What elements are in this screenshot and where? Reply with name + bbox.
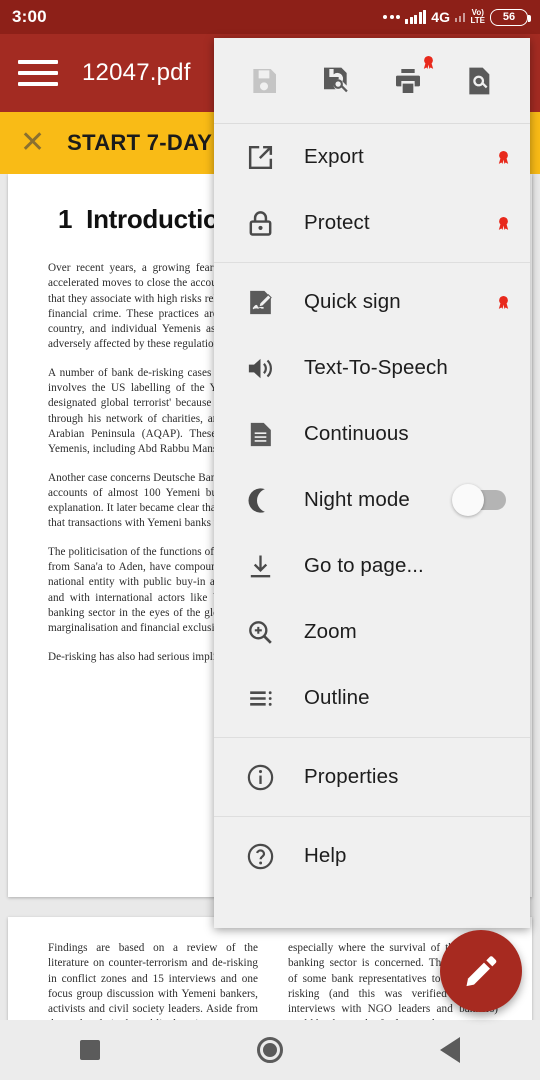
menu-item-night-mode[interactable]: Night mode	[214, 467, 530, 533]
paragraph-column-left: Findings are based on a review of the li…	[48, 942, 258, 1020]
menu-item-label: Go to page...	[304, 554, 424, 577]
page-title: 12047.pdf	[82, 59, 191, 86]
section-title: Introduction	[86, 204, 235, 234]
status-bar: 3:00 4G Vo) LTE 56	[0, 0, 540, 34]
volte-icon: Vo) LTE	[470, 8, 485, 26]
moon-icon	[238, 485, 282, 516]
menu-item-label: Quick sign	[304, 290, 401, 313]
menu-item-zoom[interactable]: Zoom	[214, 599, 530, 665]
menu-item-export[interactable]: Export	[214, 124, 530, 190]
menu-item-outline[interactable]: Outline	[214, 665, 530, 731]
menu-item-help[interactable]: Help	[214, 823, 530, 889]
premium-badge-icon	[498, 295, 509, 309]
menu-item-label: Protect	[304, 211, 370, 234]
menu-item-label: Zoom	[304, 620, 357, 643]
menu-item-label: Continuous	[304, 422, 409, 445]
status-indicators: 4G Vo) LTE 56	[383, 8, 531, 26]
no-badge	[495, 769, 512, 786]
menu-item-label: Properties	[304, 765, 399, 788]
no-badge	[495, 624, 512, 641]
find-in-document-icon	[469, 67, 490, 94]
menu-separator	[214, 816, 530, 817]
signal-bars-secondary-icon	[454, 12, 466, 22]
save-icon	[253, 68, 276, 93]
find-button[interactable]	[458, 59, 502, 103]
info-icon	[238, 762, 282, 793]
recents-button[interactable]	[60, 1020, 120, 1080]
premium-badge-icon	[423, 55, 434, 69]
menu-item-go-to-page[interactable]: Go to page...	[214, 533, 530, 599]
overflow-menu[interactable]: Export Protect Quick sign Text-To-Speech…	[214, 38, 530, 928]
edit-fab-button[interactable]	[440, 930, 522, 1012]
signal-bars-icon	[405, 10, 427, 24]
save-button[interactable]	[242, 59, 286, 103]
save-as-button[interactable]	[314, 59, 358, 103]
back-button[interactable]	[420, 1020, 480, 1080]
promo-banner-label: START 7-DAY F	[67, 130, 232, 155]
menu-item-protect[interactable]: Protect	[214, 190, 530, 256]
battery-indicator: 56	[490, 8, 531, 26]
quick-sign-icon	[238, 287, 282, 318]
close-icon[interactable]: ✕	[20, 128, 45, 158]
menu-item-label: Night mode	[304, 488, 410, 511]
speaker-icon	[238, 353, 282, 384]
document-icon	[238, 419, 282, 450]
menu-item-label: Text-To-Speech	[304, 356, 448, 379]
back-triangle-icon	[440, 1037, 460, 1063]
go-to-page-icon	[238, 551, 282, 582]
menu-item-label: Export	[304, 145, 364, 168]
no-badge	[495, 558, 512, 575]
print-button[interactable]	[386, 55, 434, 103]
lock-icon	[238, 208, 282, 239]
recents-square-icon	[80, 1040, 100, 1060]
export-icon	[238, 142, 282, 173]
save-as-icon	[324, 67, 348, 92]
menu-separator	[214, 737, 530, 738]
menu-item-text-to-speech[interactable]: Text-To-Speech	[214, 335, 530, 401]
more-dots-icon	[383, 15, 401, 19]
menu-item-label: Help	[304, 844, 347, 867]
android-navigation-bar	[0, 1020, 540, 1080]
home-circle-icon	[257, 1037, 283, 1063]
two-column-layout: Findings are based on a review of the li…	[48, 941, 498, 1020]
menu-separator	[214, 262, 530, 263]
help-icon	[238, 841, 282, 872]
no-badge	[495, 426, 512, 443]
premium-badge-icon	[498, 216, 509, 230]
outline-icon	[238, 683, 282, 714]
section-number: 1	[58, 204, 73, 234]
status-clock: 3:00	[12, 7, 47, 26]
menu-toolbar	[214, 38, 530, 124]
no-badge	[495, 848, 512, 865]
menu-item-quick-sign[interactable]: Quick sign	[214, 269, 530, 335]
menu-item-list: Export Protect Quick sign Text-To-Speech…	[214, 124, 530, 889]
zoom-in-icon	[238, 617, 282, 648]
menu-item-label: Outline	[304, 686, 370, 709]
no-badge	[495, 360, 512, 377]
night-mode-toggle[interactable]	[452, 484, 506, 516]
hamburger-icon[interactable]	[18, 58, 58, 88]
edit-pencil-icon	[466, 956, 497, 987]
menu-item-properties[interactable]: Properties	[214, 744, 530, 810]
network-type-label: 4G	[431, 9, 450, 25]
toggle-knob	[452, 484, 484, 516]
volte-line-2: LTE	[470, 16, 485, 25]
no-badge	[495, 690, 512, 707]
home-button[interactable]	[240, 1020, 300, 1080]
menu-item-continuous[interactable]: Continuous	[214, 401, 530, 467]
premium-badge-icon	[498, 150, 509, 164]
